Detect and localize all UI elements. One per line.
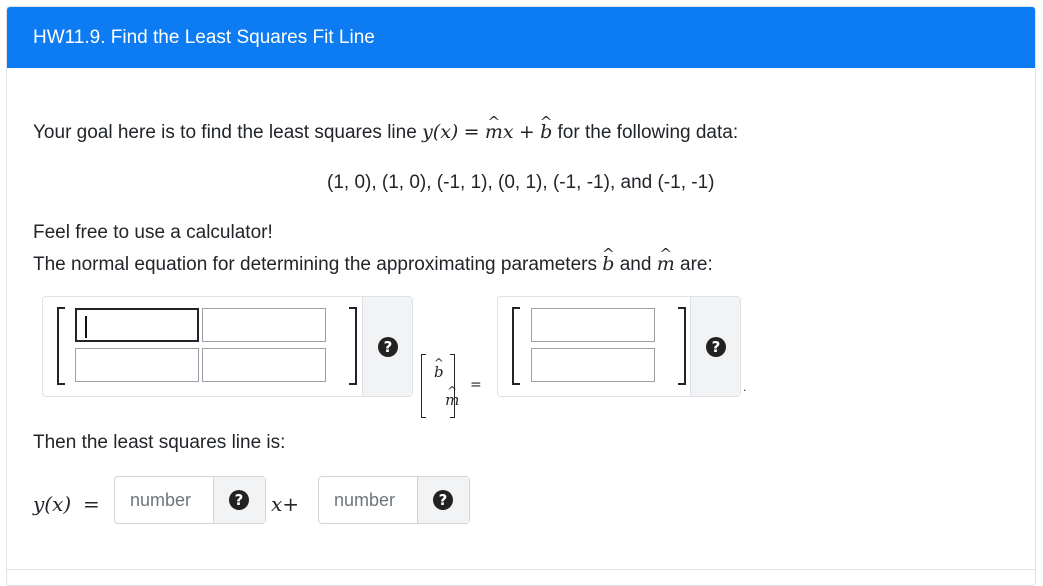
vector-rhs-help-addon[interactable]: ? [690, 297, 740, 396]
card-footer-divider [7, 569, 1035, 570]
matrix-a-help-addon[interactable]: ? [362, 297, 412, 396]
unknown-vector-b-hat: b [434, 363, 444, 381]
normal-eq-m-hat: m [657, 253, 675, 275]
slope-help-addon[interactable]: ? [213, 477, 265, 523]
normal-eq-text-after: are: [680, 254, 713, 275]
normal-equation-line: The normal equation for determining the … [33, 253, 713, 276]
question-card: HW11.9. Find the Least Squares Fit Line … [6, 6, 1036, 586]
intercept-input-group: ? [318, 476, 470, 524]
vector-rhs-right-bracket [678, 307, 686, 385]
slope-input-group: ? [114, 476, 266, 524]
matrix-a-cell-1-1[interactable] [75, 308, 199, 342]
intro-math-m-hat: m [485, 121, 503, 143]
text-cursor [85, 316, 87, 338]
vector-rhs [512, 307, 686, 385]
intro-line: Your goal here is to find the least squa… [33, 121, 738, 144]
normal-eq-and: and [619, 254, 652, 275]
intro-math-lhs: y(x) [422, 121, 459, 143]
matrix-a-left-bracket [57, 307, 65, 385]
result-lhs: y(x) [33, 492, 72, 516]
result-x-term: x+ [271, 492, 300, 516]
unknown-vector-left-bracket [421, 354, 426, 418]
intro-math-eq: = [463, 121, 480, 143]
calculator-note: Feel free to use a calculator! [33, 222, 273, 243]
unknown-vector: b m [421, 354, 459, 418]
matrix-a-cell-2-1[interactable] [75, 348, 199, 382]
intro-math-b-hat: b [540, 121, 552, 143]
trailing-period: . [743, 380, 747, 394]
intro-text-after: for the following data: [557, 122, 739, 143]
intro-math-plus: + [518, 121, 535, 143]
matrix-a [57, 307, 357, 385]
question-title: HW11.9. Find the Least Squares Fit Line [7, 7, 1035, 68]
data-points: (1, 0), (1, 0), (-1, 1), (0, 1), (-1, -1… [327, 172, 715, 193]
matrix-a-cell-2-2[interactable] [202, 348, 326, 382]
matrix-a-right-bracket [349, 307, 357, 385]
result-label: Then the least squares line is: [33, 432, 286, 453]
intro-text-before: Your goal here is to find the least squa… [33, 122, 417, 143]
matrix-a-cell-1-2[interactable] [202, 308, 326, 342]
result-eq: = [83, 492, 100, 516]
unknown-vector-m-hat: m [445, 391, 459, 409]
vector-rhs-group: ? [497, 296, 741, 397]
intro-math-x: x [502, 121, 514, 143]
question-circle-icon[interactable]: ? [706, 337, 726, 357]
matrix-a-group: ? [42, 296, 413, 397]
intercept-help-addon[interactable]: ? [417, 477, 469, 523]
vector-rhs-cell-2[interactable] [531, 348, 655, 382]
intercept-input[interactable] [319, 477, 419, 523]
normal-eq-text-before: The normal equation for determining the … [33, 254, 597, 275]
question-circle-icon[interactable]: ? [433, 490, 453, 510]
question-circle-icon[interactable]: ? [378, 337, 398, 357]
vector-rhs-left-bracket [512, 307, 520, 385]
vector-rhs-cell-1[interactable] [531, 308, 655, 342]
slope-input[interactable] [115, 477, 215, 523]
equals-sign: = [470, 377, 482, 393]
normal-eq-b-hat: b [602, 253, 614, 275]
question-circle-icon[interactable]: ? [229, 490, 249, 510]
